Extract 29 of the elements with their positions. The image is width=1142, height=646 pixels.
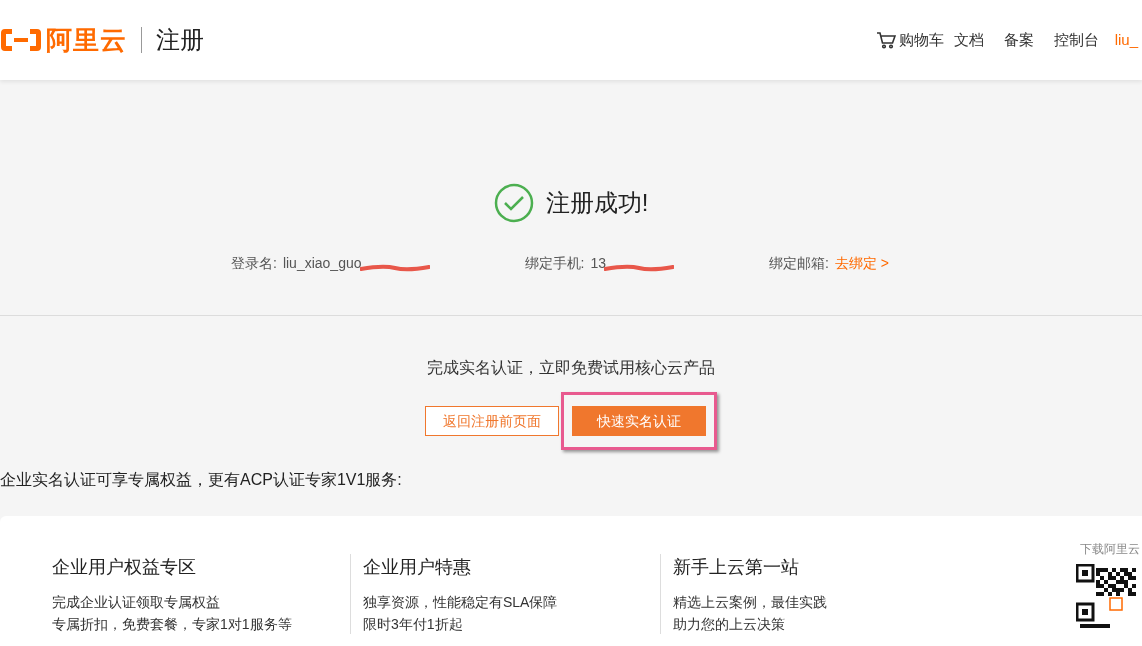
column-title: 企业用户特惠 [363, 556, 472, 579]
success-check-icon [493, 183, 534, 223]
cart-icon [875, 31, 896, 49]
column-text: 专属折扣，免费套餐，专家1对1服务等 [52, 615, 293, 633]
enterprise-note: 企业实名认证可享专属权益，更有ACP认证专家1V1服务: [0, 470, 402, 490]
column-title: 企业用户权益专区 [52, 556, 197, 579]
column-text: 助力您的上云决策 [673, 615, 786, 633]
success-title: 注册成功! [545, 188, 649, 218]
logo-icon [0, 27, 42, 53]
page-title: 注册 [156, 25, 204, 55]
column-text: 限时3年付1折起 [363, 615, 464, 633]
field-value: liu_xiao_guo [282, 254, 362, 273]
field-label: 绑定邮箱: [769, 254, 829, 273]
cart-link[interactable]: 购物车 [875, 28, 944, 52]
logo-text: 阿里云 [46, 23, 127, 57]
field-label: 登录名: [231, 254, 277, 273]
column-text: 完成企业认证领取专属权益 [52, 593, 221, 611]
nav-link[interactable]: 文档 [953, 28, 984, 52]
verify-prompt: 完成实名认证，立即免费试用核心云产品 [427, 358, 715, 378]
redaction-mark [604, 263, 674, 272]
nav-link[interactable]: 控制台 [1053, 28, 1099, 52]
nav-link[interactable]: 备案 [1003, 28, 1034, 52]
column-text: 精选上云案例，最佳实践 [673, 593, 828, 611]
column-title: 新手上云第一站 [673, 556, 800, 579]
app-download-label: 下载阿里云 [1080, 541, 1140, 558]
field-label: 绑定手机: [524, 254, 585, 273]
field-value: 13 [590, 254, 606, 273]
redaction-mark [359, 263, 430, 272]
column-text: 独享资源，性能稳定有SLA保障 [363, 593, 559, 611]
